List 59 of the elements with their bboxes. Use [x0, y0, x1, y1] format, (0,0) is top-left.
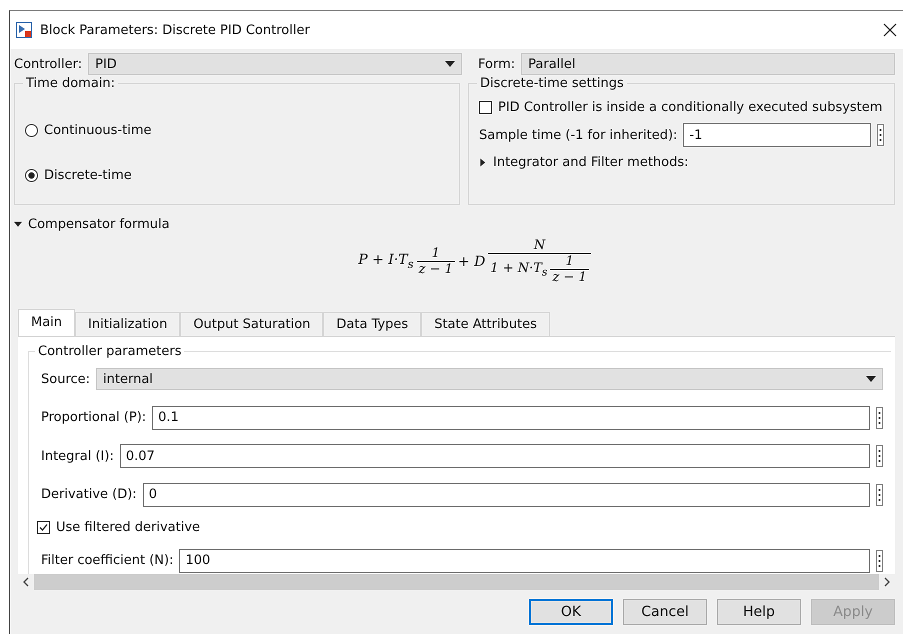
- field-label: Derivative (D):: [41, 487, 137, 502]
- fraction-numerator: 1: [430, 246, 441, 261]
- field-label: Filter coefficient (N):: [41, 553, 174, 568]
- tab[interactable]: Initialization: [75, 312, 180, 336]
- tab[interactable]: State Attributes: [421, 312, 550, 336]
- radio-label: Continuous-time: [44, 123, 152, 138]
- dialog-button[interactable]: Cancel: [623, 599, 707, 625]
- more-options-icon[interactable]: [876, 550, 883, 572]
- input-field[interactable]: 0: [142, 482, 870, 506]
- scroll-right-icon[interactable]: [883, 576, 891, 586]
- scrollbar-thumb[interactable]: [34, 574, 879, 590]
- field-label: Proportional (P):: [41, 410, 146, 425]
- fraction-denominator: z − 1: [416, 261, 455, 277]
- input-field[interactable]: 100: [179, 548, 870, 572]
- checkbox[interactable]: [37, 521, 50, 534]
- scroll-left-icon[interactable]: [22, 576, 30, 586]
- expand-triangle-icon[interactable]: [14, 220, 22, 229]
- more-options-icon[interactable]: [876, 445, 883, 467]
- formula-term: P + I·T$_{s}$: [358, 252, 414, 271]
- checkbox-label: Use filtered derivative: [56, 520, 200, 535]
- tab[interactable]: Data Types: [323, 312, 422, 336]
- checkbox[interactable]: [479, 101, 492, 114]
- more-options-icon[interactable]: [876, 484, 883, 506]
- expand-triangle-icon[interactable]: [479, 158, 487, 167]
- close-icon[interactable]: [883, 23, 897, 37]
- controller-dropdown[interactable]: PID: [88, 53, 462, 75]
- formula-term: 1 + N·T$_{s}$: [490, 260, 548, 278]
- field-label: Source:: [41, 372, 90, 386]
- formula-term: + D: [458, 254, 486, 270]
- window-title: Block Parameters: Discrete PID Controller: [40, 22, 311, 38]
- form-dropdown[interactable]: Parallel: [521, 53, 895, 75]
- fraction-denominator: z − 1: [550, 269, 589, 285]
- dialog-button[interactable]: Help: [717, 599, 801, 625]
- input-field[interactable]: 0.07: [120, 444, 870, 468]
- caret-icon: [444, 61, 455, 67]
- source-dropdown[interactable]: internal: [96, 368, 883, 390]
- input-field[interactable]: 0.1: [152, 406, 870, 430]
- fraction-numerator: N: [532, 238, 547, 253]
- more-options-icon[interactable]: [876, 406, 883, 428]
- field-label: Integral (I):: [41, 448, 114, 464]
- radio-button[interactable]: [25, 169, 38, 182]
- tab[interactable]: Output Saturation: [180, 312, 324, 336]
- form-label: Form:: [478, 56, 516, 72]
- input-field[interactable]: -1: [683, 123, 871, 147]
- checkbox-label: PID Controller is inside a conditionally executed subsystem: [498, 100, 882, 115]
- group-title: Discrete-time settings: [477, 76, 627, 91]
- caret-icon: [866, 376, 876, 382]
- controller-label: Controller:: [14, 56, 82, 72]
- tab[interactable]: Main: [18, 309, 76, 336]
- group-title: Controller parameters: [35, 344, 184, 359]
- radio-label: Discrete-time: [44, 168, 132, 183]
- more-options-icon[interactable]: [877, 124, 884, 146]
- dialog-button[interactable]: OK: [529, 599, 613, 625]
- fraction-numerator: 1: [564, 254, 575, 269]
- block-icon: [16, 22, 32, 38]
- section-label: Compensator formula: [28, 217, 170, 232]
- section-label: Integrator and Filter methods:: [493, 155, 689, 170]
- field-label: Sample time (-1 for inherited):: [479, 128, 678, 142]
- radio-button[interactable]: [25, 124, 38, 137]
